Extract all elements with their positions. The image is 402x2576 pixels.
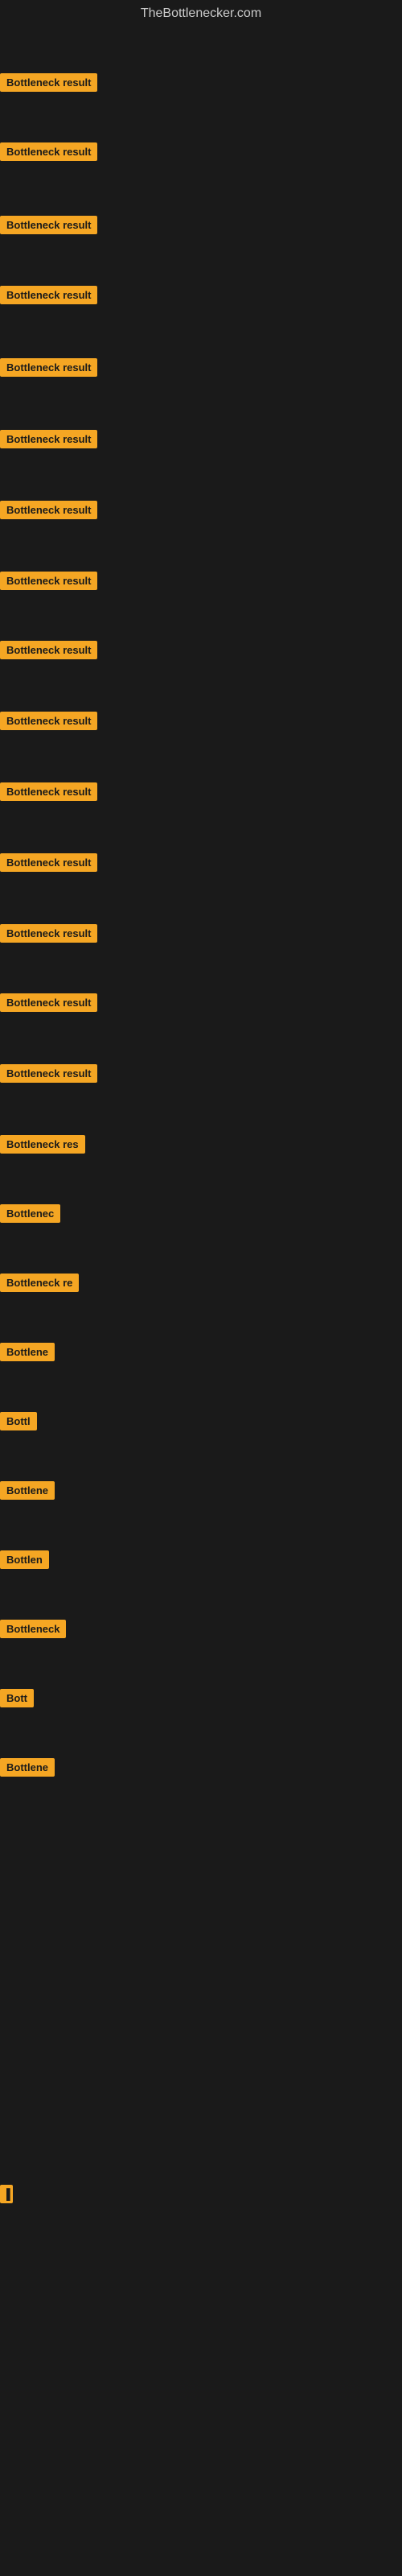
bottleneck-badge[interactable]: Bottlen bbox=[0, 1550, 49, 1569]
bottleneck-result-item[interactable]: Bottleneck result bbox=[0, 572, 97, 594]
bottleneck-result-item[interactable]: Bottleneck result bbox=[0, 924, 97, 947]
bottleneck-badge[interactable]: Bottleneck result bbox=[0, 782, 97, 801]
bottleneck-result-item[interactable]: Bottleneck result bbox=[0, 1064, 97, 1087]
bottleneck-badge[interactable]: Bottlenec bbox=[0, 1204, 60, 1223]
bottleneck-result-item[interactable]: Bottlenec bbox=[0, 1204, 60, 1227]
bottleneck-result-item[interactable]: Bottl bbox=[0, 1412, 37, 1435]
bottleneck-result-item[interactable]: Bottleneck result bbox=[0, 430, 97, 452]
bottleneck-result-item[interactable]: Bottleneck result bbox=[0, 358, 97, 381]
bottleneck-result-item[interactable]: Bottleneck result bbox=[0, 142, 97, 165]
bottleneck-result-item[interactable]: Bottleneck result bbox=[0, 641, 97, 663]
bottleneck-result-item[interactable]: Bottleneck result bbox=[0, 712, 97, 734]
bottleneck-result-item[interactable]: ▌ bbox=[0, 2185, 13, 2207]
bottleneck-badge[interactable]: Bottleneck result bbox=[0, 924, 97, 943]
bottleneck-badge[interactable]: Bottleneck result bbox=[0, 358, 97, 377]
bottleneck-result-item[interactable]: Bottlene bbox=[0, 1343, 55, 1365]
site-title: TheBottlenecker.com bbox=[0, 0, 402, 27]
bottleneck-result-item[interactable]: Bottleneck result bbox=[0, 73, 97, 96]
bottleneck-badge[interactable]: Bottleneck result bbox=[0, 572, 97, 590]
bottleneck-badge[interactable]: Bottleneck result bbox=[0, 216, 97, 234]
bottleneck-result-item[interactable]: Bott bbox=[0, 1689, 34, 1711]
bottleneck-badge[interactable]: Bott bbox=[0, 1689, 34, 1707]
bottleneck-badge[interactable]: Bottleneck result bbox=[0, 430, 97, 448]
bottleneck-result-item[interactable]: Bottleneck res bbox=[0, 1135, 85, 1158]
bottleneck-badge[interactable]: Bottleneck result bbox=[0, 853, 97, 872]
bottleneck-result-item[interactable]: Bottlene bbox=[0, 1758, 55, 1781]
bottleneck-result-item[interactable]: Bottleneck re bbox=[0, 1274, 79, 1296]
bottleneck-badge[interactable]: Bottleneck result bbox=[0, 73, 97, 92]
bottleneck-badge[interactable]: Bottlene bbox=[0, 1481, 55, 1500]
bottleneck-badge[interactable]: Bottleneck result bbox=[0, 142, 97, 161]
bottleneck-badge[interactable]: Bottleneck result bbox=[0, 993, 97, 1012]
bottleneck-badge[interactable]: Bottleneck result bbox=[0, 501, 97, 519]
bottleneck-result-item[interactable]: Bottleneck result bbox=[0, 286, 97, 308]
bottleneck-badge[interactable]: ▌ bbox=[0, 2185, 13, 2203]
bottleneck-badge[interactable]: Bottleneck result bbox=[0, 1064, 97, 1083]
bottleneck-result-item[interactable]: Bottleneck bbox=[0, 1620, 66, 1642]
bottleneck-result-item[interactable]: Bottlen bbox=[0, 1550, 49, 1573]
bottleneck-result-item[interactable]: Bottleneck result bbox=[0, 501, 97, 523]
bottleneck-result-item[interactable]: Bottlene bbox=[0, 1481, 55, 1504]
bottleneck-badge[interactable]: Bottleneck res bbox=[0, 1135, 85, 1154]
bottleneck-badge[interactable]: Bottlene bbox=[0, 1758, 55, 1777]
bottleneck-badge[interactable]: Bottleneck result bbox=[0, 286, 97, 304]
bottleneck-result-item[interactable]: Bottleneck result bbox=[0, 216, 97, 238]
bottleneck-badge[interactable]: Bottlene bbox=[0, 1343, 55, 1361]
bottleneck-badge[interactable]: Bottl bbox=[0, 1412, 37, 1430]
bottleneck-result-item[interactable]: Bottleneck result bbox=[0, 993, 97, 1016]
bottleneck-badge[interactable]: Bottleneck bbox=[0, 1620, 66, 1638]
bottleneck-badge[interactable]: Bottleneck result bbox=[0, 641, 97, 659]
bottleneck-badge[interactable]: Bottleneck result bbox=[0, 712, 97, 730]
bottleneck-result-item[interactable]: Bottleneck result bbox=[0, 782, 97, 805]
bottleneck-result-item[interactable]: Bottleneck result bbox=[0, 853, 97, 876]
bottleneck-badge[interactable]: Bottleneck re bbox=[0, 1274, 79, 1292]
